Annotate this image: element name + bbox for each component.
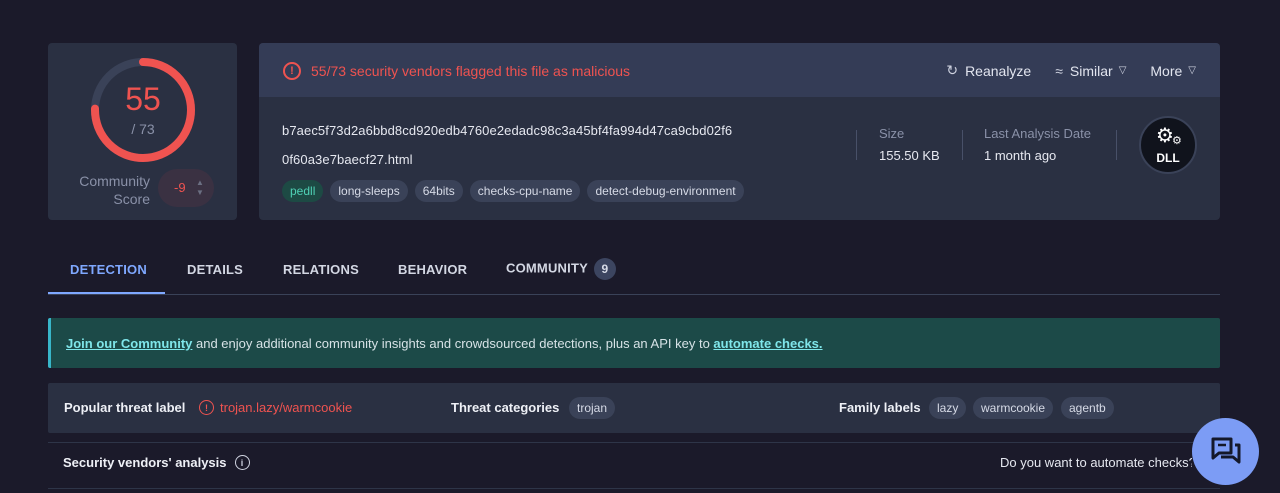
reanalyze-button[interactable]: ↻ Reanalyze [946, 62, 1031, 79]
file-name[interactable]: 0f60a3e7baecf27.html [282, 152, 413, 167]
vendors-title: Security vendors' analysis i [63, 455, 250, 470]
chevron-down-icon: ▽ [1118, 65, 1127, 76]
threat-categories-label: Threat categories [451, 400, 560, 415]
file-info-header: ! 55/73 security vendors flagged this fi… [259, 43, 1220, 97]
last-analysis-label: Last Analysis Date [984, 126, 1091, 141]
info-icon[interactable]: i [234, 455, 250, 470]
malicious-alert: ! 55/73 security vendors flagged this fi… [283, 62, 630, 80]
file-tags: pedll long-sleeps 64bits checks-cpu-name… [282, 180, 751, 202]
chat-icon [1211, 437, 1241, 464]
vote-arrows-icon[interactable]: ▲ ▼ [195, 178, 205, 198]
similar-icon: ≈ [1055, 62, 1063, 79]
last-analysis-value: 1 month ago [984, 148, 1057, 163]
tag[interactable]: long-sleeps [330, 180, 408, 202]
banner-text: Join our Community and enjoy additional … [66, 336, 823, 351]
family-tag[interactable]: lazy [929, 397, 967, 419]
divider [48, 488, 1220, 493]
threat-category-tag[interactable]: trojan [569, 397, 616, 419]
join-community-link[interactable]: Join our Community [66, 336, 192, 351]
tab-relations[interactable]: RELATIONS [283, 262, 359, 277]
tag[interactable]: detect-debug-environment [587, 180, 744, 202]
security-vendors-header: Security vendors' analysis i Do you want… [48, 442, 1220, 482]
automate-checks-link[interactable]: automate checks. [713, 336, 822, 351]
popular-threat-value[interactable]: ! trojan.lazy/warmcookie [199, 400, 352, 415]
community-score-value: -9 [174, 180, 186, 195]
alert-circle-icon: ! [199, 400, 214, 415]
alert-circle-icon: ! [283, 62, 301, 80]
similar-dropdown[interactable]: ≈ Similar ▽ [1055, 63, 1126, 79]
family-tag[interactable]: warmcookie [973, 397, 1054, 419]
report-tabs: DETECTION DETAILS RELATIONS BEHAVIOR COM… [48, 252, 1220, 295]
community-count-badge: 9 [593, 258, 616, 280]
divider [1116, 130, 1117, 160]
family-tag[interactable]: agentb [1061, 397, 1114, 419]
size-label: Size [879, 126, 905, 141]
tag[interactable]: checks-cpu-name [469, 180, 581, 202]
divider [856, 130, 857, 160]
chat-button[interactable] [1192, 418, 1259, 485]
popular-threat-label: Popular threat label [64, 400, 186, 415]
more-dropdown[interactable]: More ▽ [1150, 63, 1196, 79]
community-score-label: Community Score [79, 173, 150, 207]
divider [962, 130, 963, 160]
detection-total: / 73 [131, 121, 155, 137]
tab-detection[interactable]: DETECTION [70, 262, 147, 277]
threat-summary-row: Popular threat label ! trojan.lazy/warmc… [48, 383, 1220, 433]
file-info-card: ! 55/73 security vendors flagged this fi… [259, 43, 1220, 220]
file-type-text: DLL [1156, 151, 1180, 165]
refresh-icon: ↻ [946, 62, 959, 78]
tab-details[interactable]: DETAILS [187, 262, 243, 277]
chevron-down-icon: ▽ [1188, 65, 1196, 76]
header-actions: ↻ Reanalyze ≈ Similar ▽ More ▽ [922, 62, 1196, 79]
malicious-alert-text: 55/73 security vendors flagged this file… [311, 63, 631, 79]
gear-icon: ⚙ [1172, 135, 1182, 147]
file-hash[interactable]: b7aec5f73d2a6bbd8cd920edb4760e2edadc98c3… [282, 123, 732, 138]
file-report-page: 55 / 73 Community Score -9 ▲ ▼ ! 55/73 se… [0, 0, 1280, 493]
tab-behavior[interactable]: BEHAVIOR [398, 262, 467, 277]
family-labels-label: Family labels [839, 400, 921, 415]
automate-prompt: Do you want to automate checks? [1000, 455, 1192, 470]
tab-community[interactable]: COMMUNITY 9 [506, 258, 616, 280]
active-tab-indicator [48, 292, 165, 294]
detection-score-card: 55 / 73 Community Score -9 ▲ ▼ [48, 43, 237, 220]
tag[interactable]: 64bits [414, 180, 463, 202]
file-type-badge: ⚙ ⚙ DLL [1139, 116, 1197, 174]
size-value: 155.50 KB [879, 148, 940, 163]
tag[interactable]: pedll [282, 180, 324, 202]
community-score-stepper[interactable]: -9 ▲ ▼ [158, 169, 214, 207]
community-banner: Join our Community and enjoy additional … [48, 318, 1220, 368]
detection-count: 55 [125, 81, 161, 117]
